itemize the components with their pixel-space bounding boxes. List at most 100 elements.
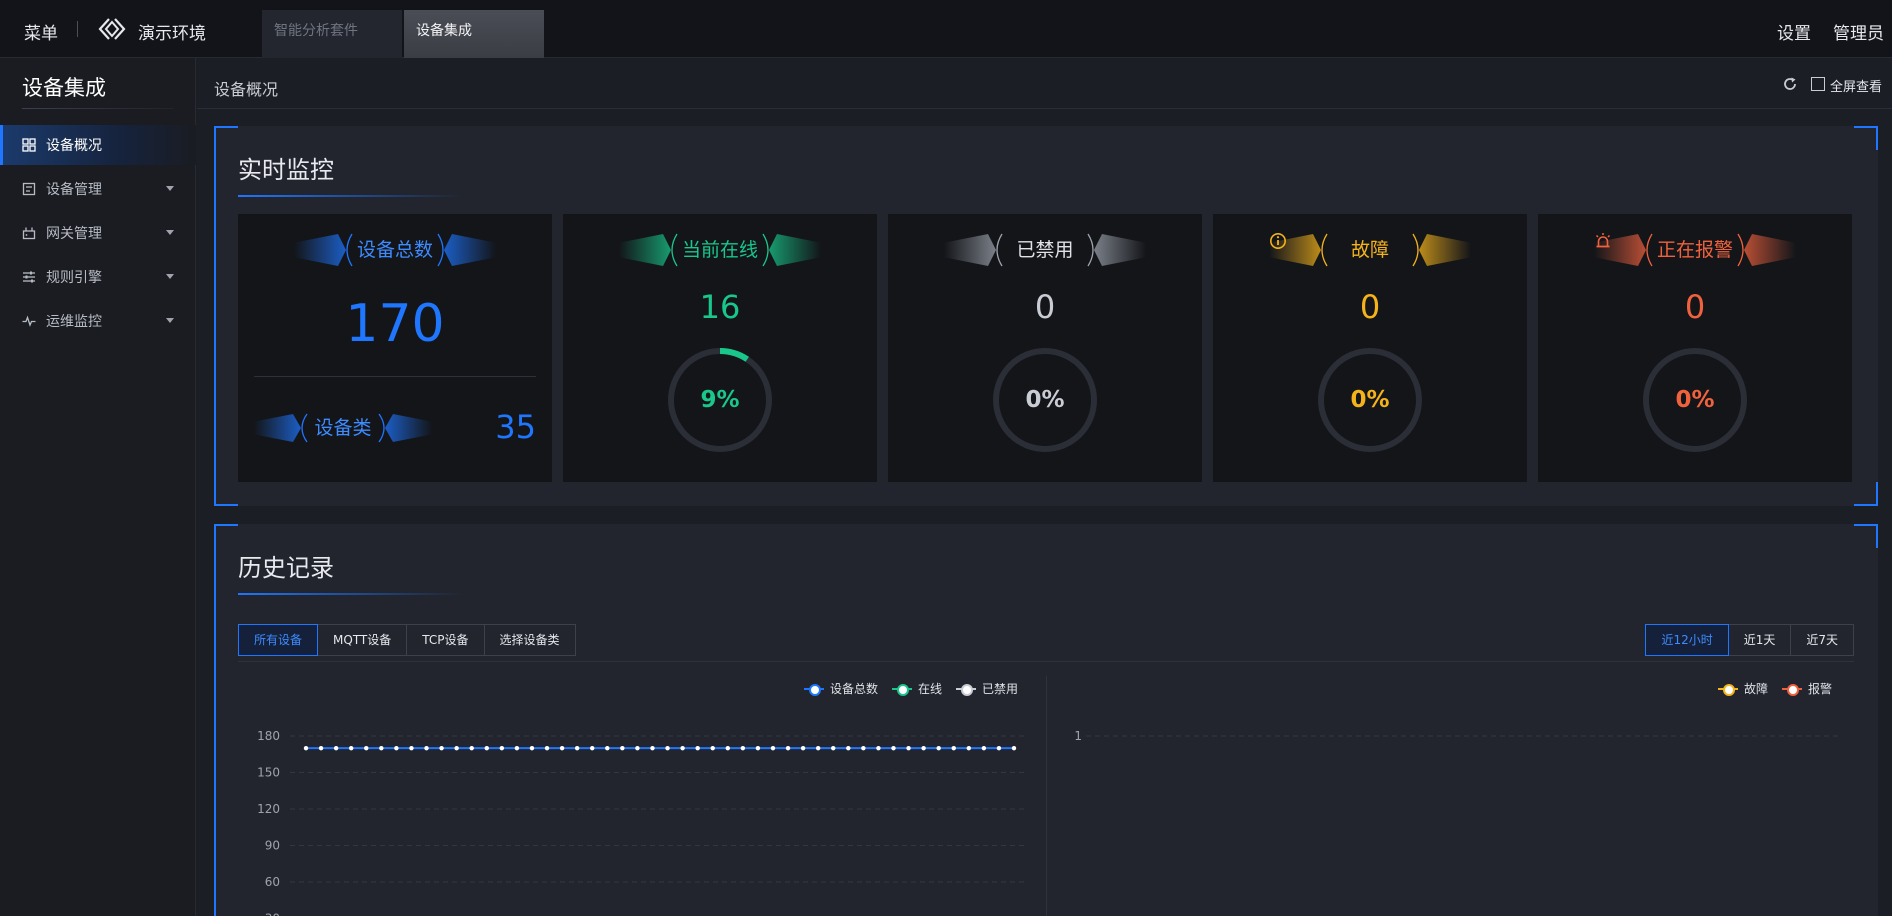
chart-legend-right: 故障 报警 xyxy=(1704,680,1832,697)
stat-card-fault: 故障 0 0% xyxy=(1213,214,1527,482)
stat-card-total: 设备总数 170 设备类 35 xyxy=(238,214,552,482)
legend-item-alarm[interactable]: 报警 xyxy=(1782,680,1832,697)
device-history-chart: 180 150 120 90 60 30 xyxy=(257,729,1024,916)
stat-label-row: 故障 xyxy=(1269,232,1471,268)
y-tick-label: 1 xyxy=(1074,729,1082,743)
range-1-day[interactable]: 近1天 xyxy=(1728,625,1792,655)
chevron-down-icon xyxy=(166,274,174,279)
data-point xyxy=(364,745,369,751)
stat-label: 正在报警 xyxy=(1656,239,1733,261)
data-point xyxy=(590,745,595,751)
data-point xyxy=(1011,745,1017,751)
sidebar-item-label: 运维监控 xyxy=(46,314,102,330)
legend-marker xyxy=(956,683,977,696)
data-point xyxy=(605,745,610,751)
fullscreen-button[interactable]: 全屏查看 xyxy=(1830,76,1882,95)
device-type-value: 35 xyxy=(495,408,536,446)
sidebar-item-ops-monitoring[interactable]: 运维监控 xyxy=(0,301,196,341)
legend-item-online[interactable]: 在线 xyxy=(892,680,942,697)
legend-item-fault[interactable]: 故障 xyxy=(1718,680,1768,697)
refresh-icon[interactable] xyxy=(1782,76,1798,92)
chart-legend-left: 设备总数 在线 已禁用 xyxy=(790,680,1018,697)
legend-marker xyxy=(1782,683,1803,696)
stat-label: 已禁用 xyxy=(1016,239,1074,261)
stat-value: 0 xyxy=(1034,288,1056,326)
data-point xyxy=(469,745,474,751)
stat-label-badge: 当前在线 xyxy=(619,232,821,268)
admin-user-menu[interactable]: 管理员 xyxy=(1833,19,1884,44)
percent-label: 0% xyxy=(1025,387,1065,413)
sidebar-item-overview[interactable]: 设备概况 xyxy=(0,125,196,165)
stat-value: 170 xyxy=(345,294,445,354)
data-point xyxy=(650,745,655,751)
divider xyxy=(238,661,1854,662)
tab-analysis-suite[interactable]: 智能分析套件 xyxy=(262,10,402,58)
chevron-down-icon xyxy=(166,230,174,235)
data-point xyxy=(484,745,489,751)
data-point xyxy=(318,745,324,751)
y-tick-label: 120 xyxy=(257,802,280,816)
data-point xyxy=(439,745,444,751)
data-point xyxy=(559,745,565,751)
device-type-label: 设备类 xyxy=(314,417,372,439)
data-point xyxy=(695,745,700,751)
legend-item-disabled[interactable]: 已禁用 xyxy=(956,680,1018,697)
legend-marker xyxy=(892,683,913,696)
settings-link[interactable]: 设置 xyxy=(1777,19,1811,44)
stat-label-badge: 设备总数 xyxy=(294,232,496,268)
filter-all-devices[interactable]: 所有设备 xyxy=(238,624,319,656)
percent-label: 0% xyxy=(1675,387,1715,413)
stat-label: 故障 xyxy=(1350,239,1389,261)
data-point xyxy=(861,745,866,751)
data-point xyxy=(800,745,806,751)
data-point xyxy=(680,745,685,751)
grid-icon xyxy=(22,138,36,152)
filter-mqtt-devices[interactable]: MQTT设备 xyxy=(318,625,408,655)
y-tick-label: 30 xyxy=(265,912,280,916)
panel-corner xyxy=(1854,482,1878,506)
data-point xyxy=(454,745,459,751)
filter-tcp-devices[interactable]: TCP设备 xyxy=(407,625,485,655)
history-panel: 历史记录 所有设备 MQTT设备 TCP设备 选择设备类 近12小时 近1天 近… xyxy=(214,524,1878,916)
panel-title-underline xyxy=(238,593,462,595)
sidebar-item-device-management[interactable]: 设备管理 xyxy=(0,169,196,209)
legend-marker xyxy=(804,683,824,696)
chart-divider xyxy=(1046,676,1047,916)
data-point xyxy=(499,745,505,751)
sidebar-item-label: 规则引擎 xyxy=(46,270,102,286)
legend-label: 已禁用 xyxy=(982,682,1019,696)
data-point xyxy=(544,745,550,751)
gateway-icon xyxy=(22,227,36,240)
stat-card-alarm: 正在报警 0 0% xyxy=(1538,214,1852,482)
alarm-icon xyxy=(1595,233,1611,248)
data-point xyxy=(725,745,730,751)
range-12-hours[interactable]: 近12小时 xyxy=(1645,624,1729,656)
range-7-days[interactable]: 近7天 xyxy=(1791,625,1853,655)
filter-select-device-type[interactable]: 选择设备类 xyxy=(484,625,575,655)
panel-edge xyxy=(214,126,216,506)
data-point xyxy=(740,745,746,751)
y-tick-label: 150 xyxy=(257,766,280,780)
stat-label: 设备总数 xyxy=(356,239,433,261)
time-range-group: 近12小时 近1天 近7天 xyxy=(1645,624,1854,656)
sidebar: 设备集成 设备概况 设备管理 网关管理 规则引擎 运维监控 xyxy=(0,58,196,916)
legend-label: 在线 xyxy=(918,682,943,696)
breadcrumb: 设备概况 xyxy=(214,80,279,99)
divider xyxy=(254,376,536,377)
y-tick-label: 60 xyxy=(265,875,280,889)
data-point xyxy=(379,745,384,751)
sidebar-item-gateway-management[interactable]: 网关管理 xyxy=(0,213,196,253)
fullscreen-icon[interactable] xyxy=(1811,77,1825,91)
data-point xyxy=(755,745,761,751)
data-point xyxy=(966,745,972,751)
legend-item-total[interactable]: 设备总数 xyxy=(804,680,878,697)
data-point xyxy=(981,745,987,751)
data-point xyxy=(514,745,520,751)
sidebar-item-rule-engine[interactable]: 规则引擎 xyxy=(0,257,196,297)
menu-button[interactable]: 菜单 xyxy=(24,19,58,44)
data-point xyxy=(635,745,640,751)
tab-device-integration[interactable]: 设备集成 xyxy=(404,10,544,58)
info-circle-icon xyxy=(1270,233,1286,249)
data-point xyxy=(891,745,896,751)
logo-icon xyxy=(98,18,126,40)
